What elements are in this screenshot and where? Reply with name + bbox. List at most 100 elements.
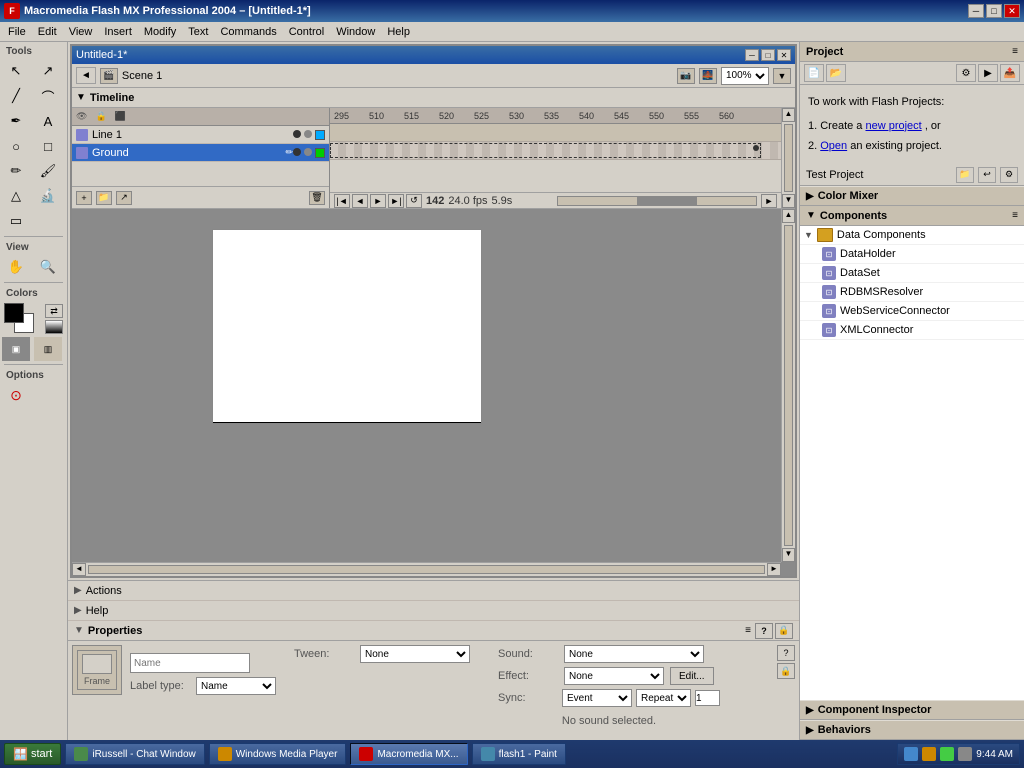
taskbar-item-1[interactable]: Windows Media Player [209, 743, 347, 765]
delete-layer-btn[interactable]: 🗑 [309, 191, 325, 205]
step-fwd-btn[interactable]: ►| [388, 194, 404, 208]
minimize-button[interactable]: ─ [968, 4, 984, 18]
components-options-btn[interactable]: ≡ [1012, 210, 1018, 221]
close-button[interactable]: ✕ [1004, 4, 1020, 18]
menu-modify[interactable]: Modify [138, 24, 182, 40]
bridge-icon[interactable]: 🌉 [699, 68, 717, 84]
snap-icon[interactable]: 📷 [677, 68, 695, 84]
comp-xmlconnector[interactable]: ⊡ XMLConnector [800, 321, 1024, 340]
proj-publish-btn[interactable]: 📤 [1000, 64, 1020, 82]
sound-select[interactable]: None [564, 645, 704, 663]
default-colors-btn[interactable] [45, 320, 63, 334]
properties-options-btn[interactable]: ≡ [745, 625, 751, 636]
step-back-btn[interactable]: ◄ [352, 194, 368, 208]
pen-tool[interactable]: ✒ [2, 109, 30, 133]
doc-minimize-btn[interactable]: ─ [745, 49, 759, 61]
layer-ground[interactable]: Ground ✏ [72, 144, 329, 162]
line-tool[interactable]: ╱ [2, 84, 30, 108]
taskbar-item-2[interactable]: Macromedia MX... [350, 743, 467, 765]
proj-open-btn[interactable]: 📂 [826, 64, 846, 82]
canvas-hscroll-left[interactable]: ◄ [72, 563, 86, 576]
oval-tool[interactable]: ○ [2, 134, 30, 158]
help-panel-row[interactable]: ▶ Help [68, 601, 799, 621]
add-layer-btn[interactable]: + [76, 191, 92, 205]
brush-tool[interactable]: 🖌 [34, 159, 62, 183]
new-project-link[interactable]: new project [865, 120, 921, 132]
layer-ground-visible[interactable] [293, 148, 301, 156]
menu-view[interactable]: View [63, 24, 99, 40]
test-proj-icon3[interactable]: ⚙ [1000, 167, 1018, 183]
sync-select[interactable]: Event [562, 689, 632, 707]
timeline-hscroll[interactable] [557, 196, 757, 206]
layer-lock-dot[interactable] [304, 130, 312, 138]
prop-info-btn[interactable]: ? [755, 623, 773, 639]
magnet-tool[interactable]: ⊙ [2, 383, 30, 407]
canvas-vscroll-up[interactable]: ▲ [782, 209, 795, 223]
add-motion-guide-btn[interactable]: ↗ [116, 191, 132, 205]
play-btn[interactable]: ► [370, 194, 386, 208]
comp-webservice[interactable]: ⊡ WebServiceConnector [800, 302, 1024, 321]
vscroll-up-btn[interactable]: ▲ [782, 108, 795, 122]
hand-tool[interactable]: ✋ [2, 255, 30, 279]
proj-test-btn[interactable]: ▶ [978, 64, 998, 82]
comp-dataset[interactable]: ⊡ DataSet [800, 264, 1024, 283]
comp-rdbms[interactable]: ⊡ RDBMSResolver [800, 283, 1024, 302]
menu-help[interactable]: Help [381, 24, 416, 40]
stroke-color-swatch[interactable] [4, 303, 24, 323]
repeat-count-input[interactable] [695, 690, 720, 706]
layer-line1[interactable]: Line 1 [72, 126, 329, 144]
start-button[interactable]: 🪟 start [4, 743, 61, 765]
layer-ground-lock[interactable] [304, 148, 312, 156]
zoom-dropdown-btn[interactable]: ▼ [773, 68, 791, 84]
menu-insert[interactable]: Insert [98, 24, 138, 40]
taskbar-item-0[interactable]: iRussell - Chat Window [65, 743, 204, 765]
canvas-hscroll-right[interactable]: ► [767, 563, 781, 576]
maximize-button[interactable]: □ [986, 4, 1002, 18]
back-button[interactable]: ◄ [76, 67, 96, 84]
prop-help-btn[interactable]: ? [777, 645, 795, 661]
edit-button[interactable]: Edit... [670, 667, 714, 685]
stroke-color-btn[interactable]: ▣ [2, 337, 30, 361]
canvas-vscroll[interactable]: ▲ ▼ [781, 209, 795, 562]
project-options-btn[interactable]: ≡ [1012, 46, 1018, 57]
prop-lock2-btn[interactable]: 🔒 [777, 663, 795, 679]
open-project-link[interactable]: Open [820, 140, 847, 152]
taskbar-item-3[interactable]: flash1 - Paint [472, 743, 566, 765]
fill-color-btn[interactable]: ▥ [34, 337, 62, 361]
loop-btn[interactable]: ↺ [406, 194, 422, 208]
test-proj-icon2[interactable]: ↩ [978, 167, 996, 183]
scroll-right-btn[interactable]: ► [761, 194, 777, 208]
timeline-vscroll[interactable]: ▲ ▼ [781, 108, 795, 208]
actions-panel-row[interactable]: ▶ Actions [68, 581, 799, 601]
arrow-tool[interactable]: ↖ [2, 59, 30, 83]
zoom-tool[interactable]: 🔍 [34, 255, 62, 279]
doc-maximize-btn[interactable]: □ [761, 49, 775, 61]
repeat-select[interactable]: Repeat [636, 689, 691, 707]
pencil-tool[interactable]: ✏ [2, 159, 30, 183]
menu-control[interactable]: Control [283, 24, 330, 40]
menu-commands[interactable]: Commands [214, 24, 282, 40]
proj-settings-btn[interactable]: ⚙ [956, 64, 976, 82]
menu-file[interactable]: File [2, 24, 32, 40]
color-mixer-header[interactable]: ▶ Color Mixer [800, 186, 1024, 206]
lasso-tool[interactable]: ⌒ [34, 84, 62, 108]
fill-tool[interactable]: △ [2, 184, 30, 208]
text-tool[interactable]: A [34, 109, 62, 133]
frame-name-input[interactable] [130, 653, 250, 673]
layer-visible-dot[interactable] [293, 130, 301, 138]
behaviors-header[interactable]: ▶ Behaviors [800, 720, 1024, 740]
doc-close-btn[interactable]: ✕ [777, 49, 791, 61]
add-folder-btn[interactable]: 📁 [96, 191, 112, 205]
rect-tool[interactable]: □ [34, 134, 62, 158]
vscroll-down-btn[interactable]: ▼ [782, 194, 795, 208]
swap-colors-btn[interactable]: ⇄ [45, 304, 63, 318]
comp-dataholder[interactable]: ⊡ DataHolder [800, 245, 1024, 264]
proj-new-btn[interactable]: 📄 [804, 64, 824, 82]
subselect-tool[interactable]: ↗ [34, 59, 62, 83]
zoom-select[interactable]: 100% 50% 25% 200% [721, 67, 769, 85]
menu-window[interactable]: Window [330, 24, 381, 40]
component-inspector-header[interactable]: ▶ Component Inspector [800, 700, 1024, 720]
timeline-header[interactable]: ▼ Timeline [72, 88, 795, 108]
prop-lock-btn[interactable]: 🔒 [775, 623, 793, 639]
dropper-tool[interactable]: 🔬 [34, 184, 62, 208]
